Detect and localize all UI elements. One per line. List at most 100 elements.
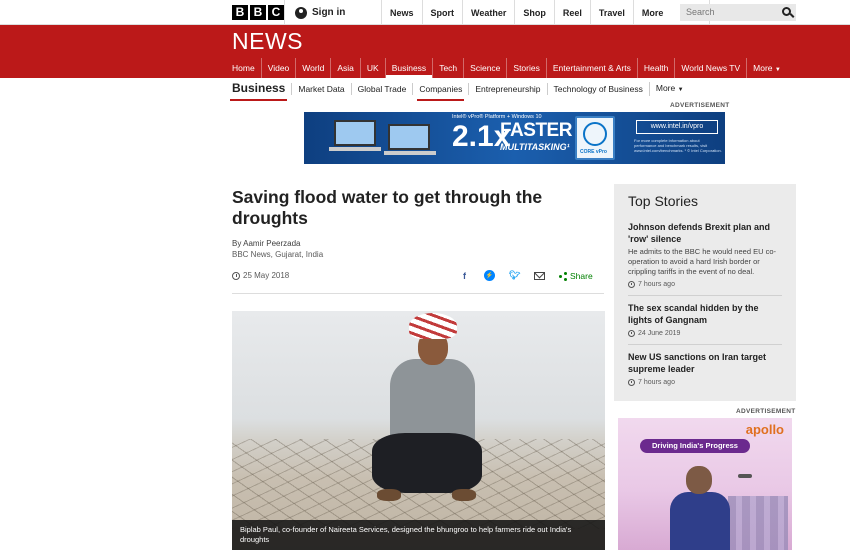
apollo-advert[interactable]: apollo Driving India's Progress: [618, 418, 792, 550]
laptop-image: [384, 151, 436, 155]
story-time: 7 hours ago: [628, 379, 782, 386]
sign-in-label: Sign in: [312, 7, 346, 18]
city-skyline-image: [728, 496, 788, 550]
intel-core-badge: CORE vPro: [575, 116, 615, 160]
story-time: 7 hours ago: [628, 281, 782, 288]
nav-world[interactable]: World: [296, 58, 332, 78]
story-time: 24 June 2019: [628, 330, 782, 337]
story-title[interactable]: The sex scandal hidden by the lights of …: [628, 302, 782, 326]
advertisement-label: ADVERTISEMENT: [736, 408, 796, 415]
search-placeholder: Search: [686, 7, 715, 17]
section-title[interactable]: Business: [226, 78, 291, 101]
photo-figure: [409, 313, 457, 339]
top-nav-news[interactable]: News: [382, 0, 423, 25]
chevron-down-icon: ▼: [774, 67, 781, 73]
story-time-text: 24 June 2019: [638, 330, 681, 337]
airplane-icon: [738, 474, 752, 478]
story-title[interactable]: Johnson defends Brexit plan and 'row' si…: [628, 221, 782, 245]
subnav-entrepreneurship[interactable]: Entrepreneurship: [468, 82, 546, 95]
photo-figure: [377, 489, 401, 501]
nav-more[interactable]: More ▼: [747, 58, 787, 78]
news-title[interactable]: NEWS: [232, 28, 303, 55]
subnav-technology-of-business[interactable]: Technology of Business: [546, 82, 649, 95]
share-button[interactable]: Share: [559, 271, 593, 281]
top-nav-travel[interactable]: Travel: [591, 0, 634, 25]
logo-letter: B: [232, 5, 248, 20]
top-stories-heading: Top Stories: [628, 193, 699, 209]
intel-logo-icon: [583, 122, 607, 146]
nav-tech[interactable]: Tech: [433, 58, 465, 78]
top-stories-panel: Top Stories Johnson defends Brexit plan …: [614, 184, 796, 401]
ad-person-image: [670, 492, 730, 550]
photo-figure: [372, 433, 482, 493]
clock-icon: [628, 330, 635, 337]
story-time-text: 7 hours ago: [638, 379, 675, 386]
ad-faster: FASTER: [500, 120, 572, 141]
nav-health[interactable]: Health: [638, 58, 676, 78]
business-subnav: Business Market Data Global Trade Compan…: [226, 78, 690, 101]
byline: By Aamir Peerzada BBC News, Gujarat, Ind…: [232, 238, 323, 260]
author: By Aamir Peerzada: [232, 239, 301, 248]
top-nav-reel[interactable]: Reel: [555, 0, 591, 25]
subnav-more-label: More: [655, 82, 676, 93]
ad-person-image: [670, 466, 730, 550]
nav-science[interactable]: Science: [464, 58, 508, 78]
news-nav: Home Video World Asia UK Business Tech S…: [226, 58, 787, 78]
subnav-companies[interactable]: Companies: [412, 82, 468, 101]
search-icon[interactable]: [782, 7, 791, 16]
nav-business[interactable]: Business: [385, 58, 434, 78]
nav-video[interactable]: Video: [262, 58, 297, 78]
top-nav-sport[interactable]: Sport: [423, 0, 464, 25]
sign-in-link[interactable]: Sign in: [284, 0, 382, 25]
share-label: Share: [570, 270, 593, 281]
top-bar: B B C Sign in News Sport Weather Shop Re…: [0, 0, 850, 25]
clock-icon: [628, 379, 635, 386]
share-tools: f ⚡ 🐦︎ Share: [459, 270, 593, 281]
logo-letter: C: [268, 5, 284, 20]
ad-tagline: Driving India's Progress: [640, 439, 750, 453]
nav-home[interactable]: Home: [226, 58, 262, 78]
nav-asia[interactable]: Asia: [331, 58, 361, 78]
divider: [628, 295, 782, 296]
facebook-icon[interactable]: f: [459, 270, 470, 281]
chevron-down-icon: ▼: [677, 86, 684, 93]
nav-stories[interactable]: Stories: [507, 58, 547, 78]
intel-advert[interactable]: Intel® vPro® Platform + Windows 10 2.1x …: [304, 112, 725, 164]
story-title[interactable]: New US sanctions on Iran target supreme …: [628, 351, 782, 375]
ad-url-button[interactable]: www.intel.in/vpro: [636, 120, 718, 134]
ad-multitasking: MULTITASKING¹: [500, 142, 570, 152]
nav-more-label: More: [753, 63, 773, 73]
story-item[interactable]: Johnson defends Brexit plan and 'row' si…: [628, 221, 782, 288]
top-nav-shop[interactable]: Shop: [515, 0, 555, 25]
clock-icon: [628, 281, 635, 288]
email-icon[interactable]: [534, 271, 545, 280]
laptop-image: [334, 120, 376, 146]
bbc-logo[interactable]: B B C: [232, 5, 284, 20]
subnav-global-trade[interactable]: Global Trade: [350, 82, 413, 95]
twitter-icon[interactable]: 🐦︎: [509, 270, 520, 281]
article-photo: [232, 311, 605, 550]
search-input[interactable]: Search: [680, 4, 796, 21]
clock-icon: [232, 271, 240, 280]
photo-figure: [452, 489, 476, 501]
laptop-image: [329, 147, 381, 151]
story-time-text: 7 hours ago: [638, 281, 675, 288]
photo-caption: Biplab Paul, co-founder of Naireeta Serv…: [232, 520, 605, 550]
nav-uk[interactable]: UK: [361, 58, 386, 78]
top-nav-more-label: More: [641, 7, 664, 18]
story-summary: He admits to the BBC he would need EU co…: [628, 247, 776, 276]
messenger-icon[interactable]: ⚡: [484, 270, 495, 281]
nav-world-news-tv[interactable]: World News TV: [675, 58, 748, 78]
divider: [628, 344, 782, 345]
news-header: NEWS Home Video World Asia UK Business T…: [0, 25, 850, 78]
logo-letter: B: [250, 5, 266, 20]
subnav-market-data[interactable]: Market Data: [291, 82, 350, 95]
subnav-more[interactable]: More ▼: [648, 81, 690, 96]
apollo-logo: apollo: [745, 422, 784, 437]
laptop-image: [388, 124, 430, 150]
nav-entertainment-arts[interactable]: Entertainment & Arts: [547, 58, 638, 78]
share-icon: [559, 272, 567, 280]
top-nav-weather[interactable]: Weather: [463, 0, 516, 25]
story-item[interactable]: The sex scandal hidden by the lights of …: [628, 302, 782, 337]
story-item[interactable]: New US sanctions on Iran target supreme …: [628, 351, 782, 386]
